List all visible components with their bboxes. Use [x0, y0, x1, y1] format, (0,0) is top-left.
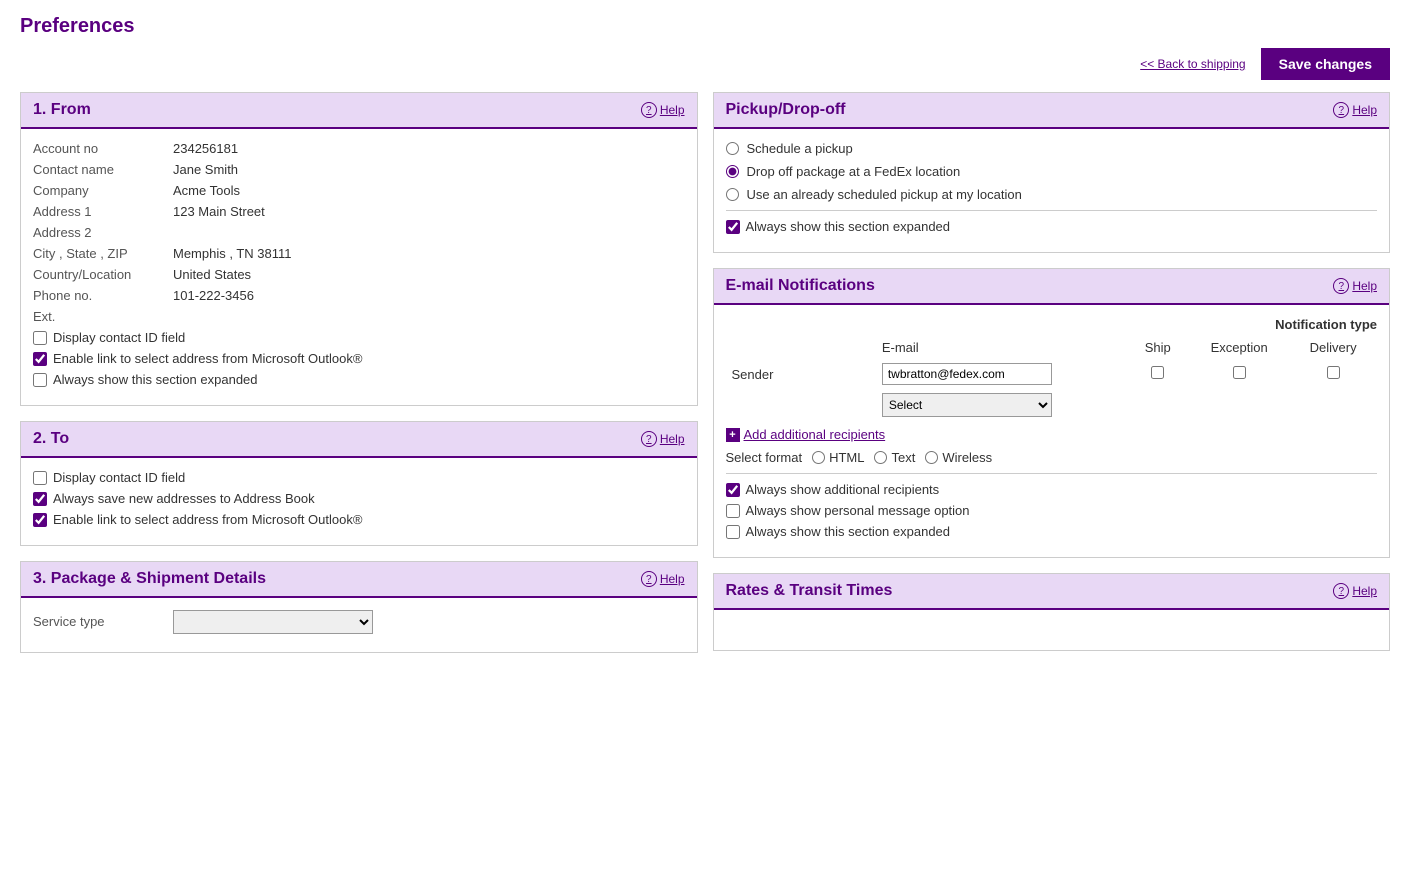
- to-help-icon: ?: [641, 431, 657, 447]
- pickup-always-expanded-checkbox[interactable]: [726, 220, 740, 234]
- always-show-personal-msg-checkbox[interactable]: [726, 504, 740, 518]
- service-type-label: Service type: [33, 614, 173, 629]
- text-format-label[interactable]: Text: [874, 450, 915, 465]
- from-help-link[interactable]: ? Help: [641, 102, 685, 118]
- package-help-link[interactable]: ? Help: [641, 571, 685, 587]
- dropoff-fedex-radio[interactable]: [726, 165, 739, 178]
- city-state-zip-value: Memphis , TN 38111: [173, 246, 292, 261]
- pickup-always-expanded-label: Always show this section expanded: [746, 219, 951, 234]
- rates-section: Rates & Transit Times ? Help: [713, 573, 1391, 651]
- already-scheduled-label: Use an already scheduled pickup at my lo…: [747, 187, 1022, 202]
- to-display-contact-id-label: Display contact ID field: [53, 470, 185, 485]
- company-value: Acme Tools: [173, 183, 240, 198]
- pickup-help-link[interactable]: ? Help: [1333, 102, 1377, 118]
- email-help-link[interactable]: ? Help: [1333, 278, 1377, 294]
- contact-name-value: Jane Smith: [173, 162, 238, 177]
- account-no-label: Account no: [33, 141, 173, 156]
- always-show-recipients-label: Always show additional recipients: [746, 482, 940, 497]
- sender-delivery-checkbox[interactable]: [1327, 366, 1340, 379]
- to-display-contact-id-checkbox[interactable]: [33, 471, 47, 485]
- already-scheduled-radio[interactable]: [726, 188, 739, 201]
- company-label: Company: [33, 183, 173, 198]
- address1-value: 123 Main Street: [173, 204, 265, 219]
- pickup-section: Pickup/Drop-off ? Help Schedule a pickup…: [713, 92, 1391, 253]
- display-contact-id-label: Display contact ID field: [53, 330, 185, 345]
- page-title: Preferences: [20, 15, 1390, 38]
- text-format-radio[interactable]: [874, 451, 887, 464]
- from-help-icon: ?: [641, 102, 657, 118]
- html-format-radio[interactable]: [812, 451, 825, 464]
- save-changes-button[interactable]: Save changes: [1261, 48, 1390, 80]
- contact-name-label: Contact name: [33, 162, 173, 177]
- pickup-section-title: Pickup/Drop-off: [726, 101, 846, 119]
- delivery-col-header: Delivery: [1289, 336, 1377, 359]
- from-section: 1. From ? Help Account no 234256181 Cont…: [20, 92, 698, 406]
- phone-label: Phone no.: [33, 288, 173, 303]
- address1-label: Address 1: [33, 204, 173, 219]
- email-always-expanded-checkbox[interactable]: [726, 525, 740, 539]
- rates-help-icon: ?: [1333, 583, 1349, 599]
- country-value: United States: [173, 267, 251, 282]
- to-always-save-label: Always save new addresses to Address Boo…: [53, 491, 315, 506]
- sender-exception-checkbox[interactable]: [1233, 366, 1246, 379]
- to-enable-outlook-label: Enable link to select address from Micro…: [53, 512, 362, 527]
- text-format-text: Text: [891, 450, 915, 465]
- to-section-title: 2. To: [33, 430, 69, 448]
- phone-value: 101-222-3456: [173, 288, 254, 303]
- wireless-format-label[interactable]: Wireless: [925, 450, 992, 465]
- from-section-title: 1. From: [33, 101, 91, 119]
- add-recipients-link[interactable]: + Add additional recipients: [726, 427, 1378, 442]
- wireless-format-radio[interactable]: [925, 451, 938, 464]
- recipient-type-select[interactable]: Select: [882, 393, 1052, 417]
- exception-col-header: Exception: [1189, 336, 1289, 359]
- sender-col-header: [726, 336, 876, 359]
- back-to-shipping-link[interactable]: << Back to shipping: [1140, 57, 1245, 71]
- sender-email-input[interactable]: [882, 363, 1052, 385]
- plus-icon: +: [726, 428, 740, 442]
- ship-col-header: Ship: [1126, 336, 1189, 359]
- country-label: Country/Location: [33, 267, 173, 282]
- email-always-expanded-label: Always show this section expanded: [746, 524, 951, 539]
- address2-label: Address 2: [33, 225, 173, 240]
- package-help-icon: ?: [641, 571, 657, 587]
- to-always-save-checkbox[interactable]: [33, 492, 47, 506]
- always-show-personal-msg-label: Always show personal message option: [746, 503, 970, 518]
- to-help-link[interactable]: ? Help: [641, 431, 685, 447]
- service-type-select[interactable]: [173, 610, 373, 634]
- enable-outlook-link-checkbox[interactable]: [33, 352, 47, 366]
- pickup-help-icon: ?: [1333, 102, 1349, 118]
- schedule-pickup-label: Schedule a pickup: [747, 141, 853, 156]
- rates-help-link[interactable]: ? Help: [1333, 583, 1377, 599]
- always-show-recipients-checkbox[interactable]: [726, 483, 740, 497]
- dropoff-fedex-label: Drop off package at a FedEx location: [747, 164, 961, 179]
- from-always-expanded-checkbox[interactable]: [33, 373, 47, 387]
- email-col-header: E-mail: [876, 336, 1127, 359]
- enable-outlook-link-label: Enable link to select address from Micro…: [53, 351, 362, 366]
- package-section: 3. Package & Shipment Details ? Help Ser…: [20, 561, 698, 653]
- select-format-label: Select format: [726, 450, 803, 465]
- display-contact-id-checkbox[interactable]: [33, 331, 47, 345]
- sender-ship-checkbox[interactable]: [1151, 366, 1164, 379]
- wireless-format-text: Wireless: [942, 450, 992, 465]
- notification-type-header: Notification type: [726, 317, 1378, 332]
- to-section: 2. To ? Help Display contact ID field Al…: [20, 421, 698, 546]
- from-always-expanded-label: Always show this section expanded: [53, 372, 258, 387]
- city-state-zip-label: City , State , ZIP: [33, 246, 173, 261]
- html-format-label[interactable]: HTML: [812, 450, 864, 465]
- package-section-title: 3. Package & Shipment Details: [33, 570, 266, 588]
- sender-label: Sender: [726, 359, 876, 389]
- to-enable-outlook-checkbox[interactable]: [33, 513, 47, 527]
- ext-label: Ext.: [33, 309, 173, 324]
- email-section: E-mail Notifications ? Help Notification…: [713, 268, 1391, 558]
- email-help-icon: ?: [1333, 278, 1349, 294]
- account-no-value: 234256181: [173, 141, 238, 156]
- rates-section-title: Rates & Transit Times: [726, 582, 893, 600]
- schedule-pickup-radio[interactable]: [726, 142, 739, 155]
- html-format-text: HTML: [829, 450, 864, 465]
- email-section-title: E-mail Notifications: [726, 277, 875, 295]
